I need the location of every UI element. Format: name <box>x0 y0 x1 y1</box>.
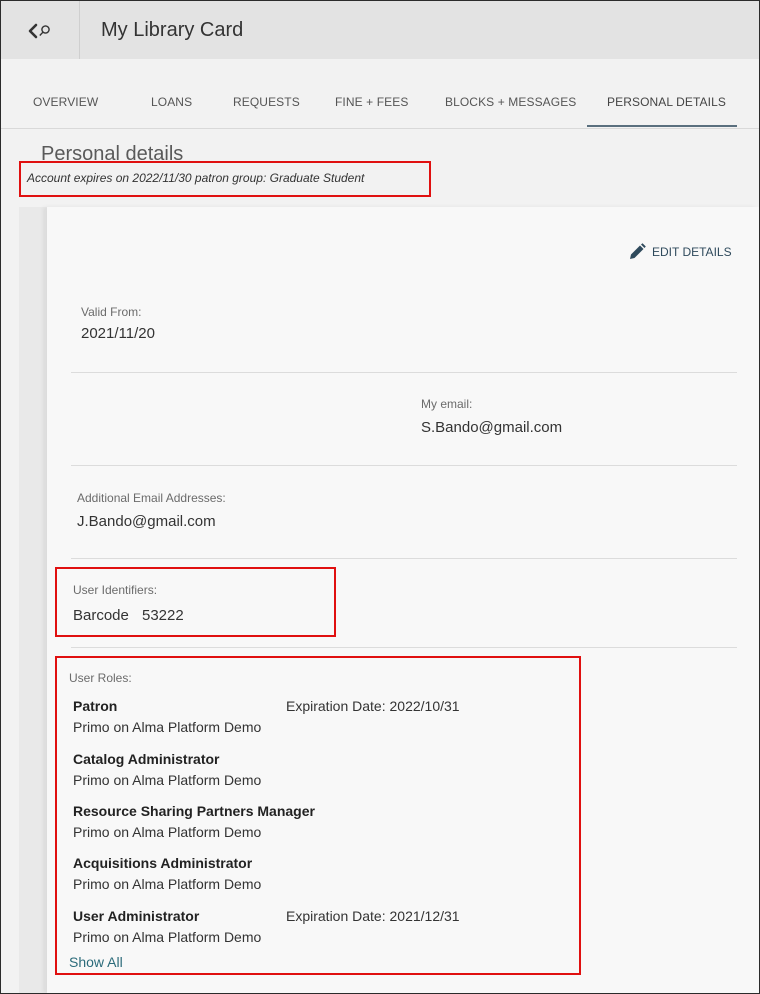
card-left-shade <box>19 207 47 993</box>
highlight-box-expiry <box>19 161 431 197</box>
tab-overview[interactable]: OVERVIEW <box>33 95 98 109</box>
tab-bar: OVERVIEW LOANS REQUESTS FINE + FEES BLOC… <box>1 59 759 129</box>
edit-details-button[interactable]: EDIT DETAILS <box>628 243 732 261</box>
divider <box>71 647 737 648</box>
additional-email-value: J.Bando@gmail.com <box>77 513 216 530</box>
tab-fine-fees[interactable]: FINE + FEES <box>335 95 408 109</box>
additional-email-label: Additional Email Addresses: <box>77 491 226 505</box>
page-title: My Library Card <box>101 19 244 41</box>
divider <box>71 558 737 559</box>
valid-from-label: Valid From: <box>81 305 142 319</box>
active-tab-indicator <box>587 125 737 127</box>
top-bar: My Library Card <box>1 1 759 60</box>
highlight-box-roles <box>55 656 581 975</box>
tab-personal-details[interactable]: PERSONAL DETAILS <box>607 95 726 109</box>
back-search-button[interactable] <box>1 1 80 59</box>
edit-details-label: EDIT DETAILS <box>652 245 732 259</box>
divider <box>71 465 737 466</box>
app-frame: My Library Card OVERVIEW LOANS REQUESTS … <box>0 0 760 994</box>
chevron-left-icon <box>28 23 50 39</box>
email-value: S.Bando@gmail.com <box>421 419 563 436</box>
pencil-icon <box>630 243 646 259</box>
highlight-box-identifiers <box>55 567 336 637</box>
search-icon <box>41 25 50 34</box>
tab-blocks-messages[interactable]: BLOCKS + MESSAGES <box>445 95 576 109</box>
valid-from-value: 2021/11/20 <box>81 325 155 342</box>
email-label: My email: <box>421 397 473 411</box>
tab-loans[interactable]: LOANS <box>151 95 192 109</box>
tab-requests[interactable]: REQUESTS <box>233 95 300 109</box>
divider <box>71 372 737 373</box>
tabs-divider <box>1 128 759 129</box>
